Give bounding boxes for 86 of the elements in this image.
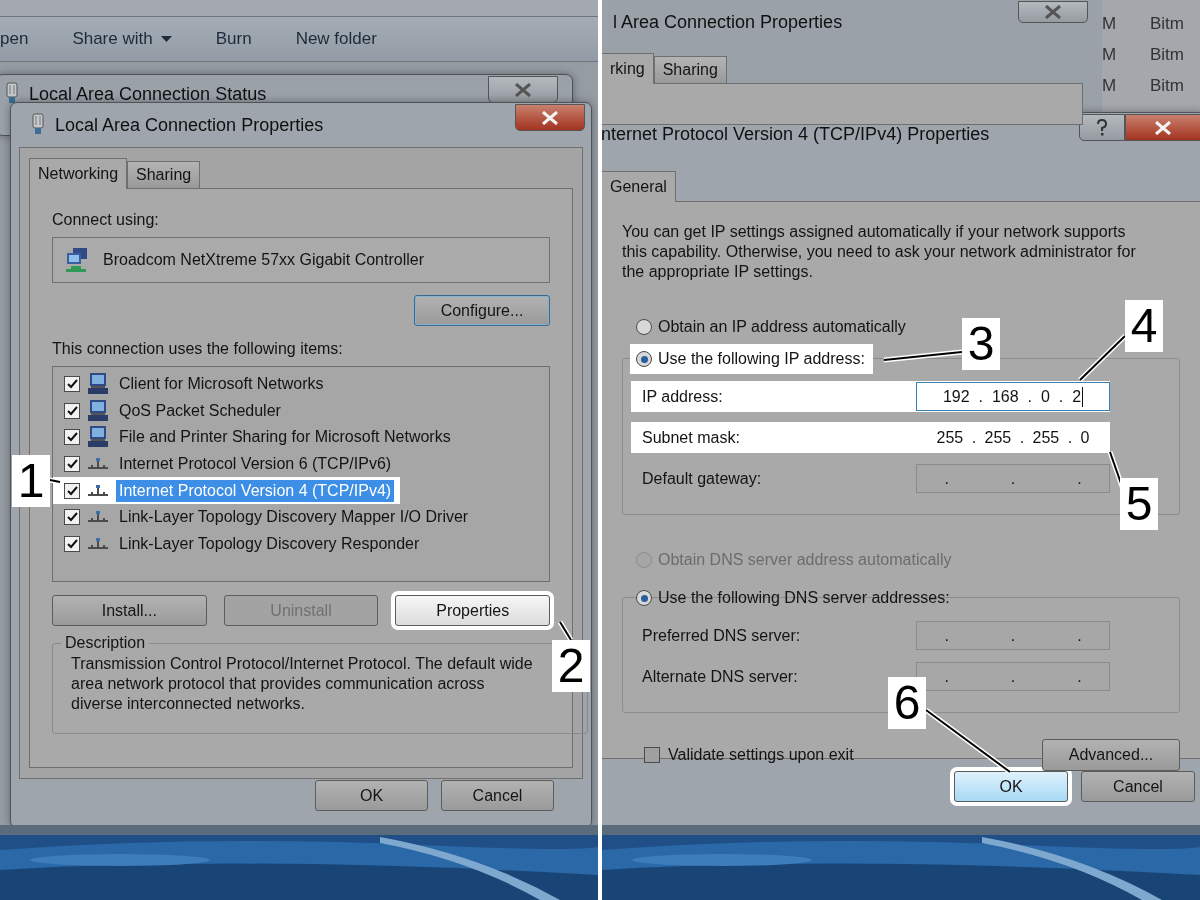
list-item[interactable]: Link-Layer Topology Discovery Responder [116,532,423,555]
dialog-button[interactable]: Cancel [441,780,554,811]
checkbox[interactable] [64,456,80,473]
intro-text: You can get IP settings assigned automatically if your network supports this capability. Otherwise, you need to ask your network administrator for the appropriate IP settings. [622,222,1137,282]
checkbox[interactable] [64,429,80,446]
window-title: nternet Protocol Version 4 (TCP/IPv4) Properties [602,123,990,145]
tab[interactable]: Networking [29,158,128,189]
checkbox[interactable] [644,747,660,763]
field-label: Alternate DNS server: [641,667,799,686]
group-title: Description [64,634,147,652]
ip-address-field[interactable]: 192 . 168 . 0 . 2 [916,382,1110,411]
table-cell-text: Bitm [1150,44,1185,65]
field-label: Preferred DNS server: [641,626,802,645]
checkbox[interactable] [64,402,80,419]
section-label: This connection uses the following items: [52,340,344,358]
list-item[interactable]: Client for Microsoft Networks [116,373,327,396]
tab[interactable]: rking [602,53,654,84]
adapter-name: Broadcom NetXtreme 57xx Gigabit Controller [103,251,425,269]
help-button[interactable] [1079,114,1125,141]
checkbox-label: Validate settings upon exit [668,746,854,764]
toolbar-button[interactable]: Share with [72,29,172,49]
window-title: l Area Connection Properties [613,11,843,33]
table-cell-text: M [1102,44,1118,65]
caret-icon [160,36,172,42]
checkbox[interactable] [64,376,80,393]
network-plug-icon [31,113,45,137]
table-cell-text: M [1102,13,1118,34]
callout-number: 3 [962,318,1000,370]
network-adapter-icon [65,247,89,273]
close-icon [514,82,532,97]
radio-option[interactable]: Use the following IP address: [630,344,873,374]
close-icon [1044,5,1062,19]
callout-number: 5 [1120,478,1158,530]
close-icon [541,110,559,125]
radio-option[interactable]: Obtain an IP address automatically [630,312,914,342]
toolbar-button[interactable]: New folder [295,29,377,49]
computer-icon [87,398,109,423]
close-button[interactable] [488,76,558,103]
field-label: IP address: [641,387,724,406]
list-item[interactable]: Link-Layer Topology Discovery Mapper I/O Driver [116,506,472,529]
close-icon [1154,120,1172,135]
dialog-button[interactable]: Cancel [1081,771,1195,802]
leader-line [557,620,574,642]
ip-address-field[interactable]: . . . [916,662,1110,691]
network-icon [87,510,109,525]
network-icon [87,536,109,551]
configure-button[interactable]: Configure... [414,295,550,326]
network-icon [87,483,109,498]
advanced-button[interactable]: Advanced... [1042,739,1180,771]
dialog-button[interactable]: OK [315,780,428,811]
section-label: Connect using: [52,211,160,229]
computer-icon [87,372,109,397]
window-title: Local Area Connection Properties [55,114,324,136]
list-item[interactable]: File and Printer Sharing for Microsoft Networks [116,426,454,449]
checkbox[interactable] [64,535,80,552]
table-cell-text: Bitm [1150,75,1185,96]
close-button[interactable] [1125,114,1200,141]
close-button[interactable] [515,104,585,131]
table-cell-text: M [1102,75,1118,96]
callout-number: 6 [888,677,926,729]
toolbar-button[interactable]: Burn [215,29,252,49]
checkbox[interactable] [64,482,80,499]
close-button[interactable] [1018,1,1088,23]
tab[interactable]: Sharing [127,161,201,188]
list-item[interactable]: Internet Protocol Version 6 (TCP/IPv6) [116,453,395,476]
toolbar-button[interactable]: pen [0,29,29,49]
checkbox[interactable] [64,509,80,526]
action-button[interactable]: Install... [52,595,207,626]
list-item[interactable]: QoS Packet Scheduler [116,399,284,422]
callout-number: 2 [552,640,590,692]
network-icon [87,457,109,472]
ip-address-field[interactable]: . . . [916,464,1110,493]
field-label: Default gateway: [641,469,763,488]
radio-option[interactable]: Use the following DNS server addresses: [630,583,958,613]
network-plug-icon [5,82,19,106]
field-label: Subnet mask: [641,428,741,447]
table-cell-text: Bitm [1150,13,1185,34]
computer-icon [87,425,109,450]
window-title: Local Area Connection Status [29,83,267,105]
callout-number: 1 [12,455,50,507]
callout-number: 4 [1125,300,1163,352]
description-text: Transmission Control Protocol/Internet Protocol. The default wide area network protocol that provides communication across diverse interconnected networks. [71,654,533,714]
tab[interactable]: Sharing [653,56,727,83]
help-icon [1096,118,1108,137]
ip-address-field[interactable]: . . . [916,621,1110,650]
tab[interactable]: General [602,171,676,202]
